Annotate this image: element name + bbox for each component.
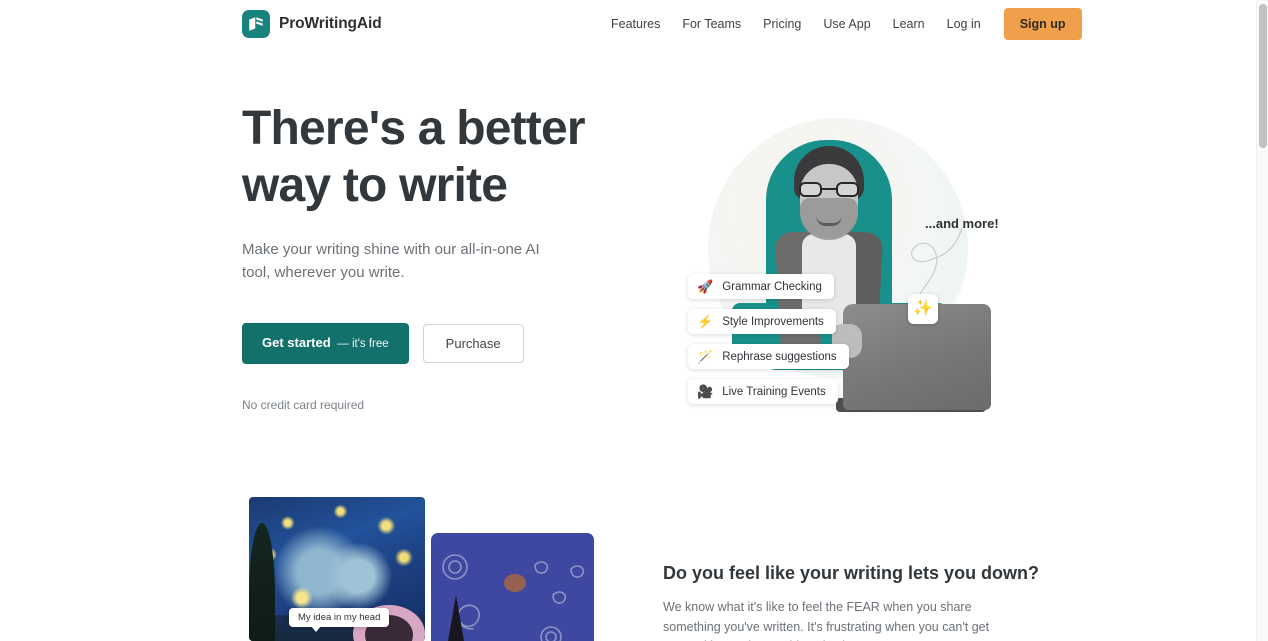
hero-title-line-1: There's a better [242, 102, 586, 155]
hero-copy: There's a better way to write Make your … [242, 100, 632, 412]
nav-item-features[interactable]: Features [600, 12, 671, 37]
feature-chip-style-improvements[interactable]: ⚡ Style Improvements [688, 309, 836, 334]
feature-chip-live-training-events[interactable]: 🎥 Live Training Events [688, 379, 838, 404]
purchase-button[interactable]: Purchase [422, 323, 524, 363]
nav-item-use-app[interactable]: Use App [812, 12, 881, 37]
rocket-icon: 🚀 [697, 279, 714, 294]
and-more-annotation: ...and more! [925, 216, 999, 231]
feature-chip-rephrase-suggestions[interactable]: 🪄 Rephrase suggestions [688, 344, 849, 369]
get-started-free-note: — it's free [337, 338, 389, 350]
hero-subtitle: Make your writing shine with our all-in-… [242, 241, 540, 281]
section-title: Do you feel like your writing lets you d… [663, 563, 1040, 583]
page-scrollbar[interactable] [1256, 0, 1268, 641]
page-title: There's a better way to write [242, 100, 632, 214]
starry-night-cypress [249, 523, 275, 641]
idea-caption-bubble: My idea in my head [289, 608, 390, 632]
hero-cta-group: Get started — it's free Purchase [242, 323, 632, 364]
brand-logo-link[interactable]: ProWritingAid [242, 10, 382, 38]
get-started-button[interactable]: Get started — it's free [242, 323, 409, 364]
feature-chip-label: Style Improvements [722, 315, 824, 328]
book-logo-icon [242, 10, 270, 38]
landing-page: ProWritingAid Features For Teams Pricing… [0, 0, 1268, 641]
idea-vs-reality-illustration: My idea in my head [249, 497, 594, 641]
feature-chip-label: Live Training Events [722, 385, 826, 398]
hero-section: There's a better way to write Make your … [0, 48, 1256, 478]
feature-chip-list: 🚀 Grammar Checking ⚡ Style Improvements … [688, 274, 849, 414]
magic-wand-icon: 🪄 [697, 349, 714, 364]
hero-illustration: ...and more! ✨ 🚀 Grammar Checking ⚡ Styl… [660, 98, 1020, 438]
scrollbar-thumb[interactable] [1259, 4, 1267, 148]
section-body: We know what it's like to feel the FEAR … [663, 600, 990, 641]
writing-lets-you-down-section: My idea in my head Do you feel like your… [0, 478, 1256, 641]
sparkles-icon: ✨ [908, 294, 938, 324]
get-started-label: Get started [262, 335, 331, 350]
sign-up-button[interactable]: Sign up [1003, 8, 1082, 40]
primary-navigation: Features For Teams Pricing Use App Learn… [600, 0, 1082, 48]
nav-item-for-teams[interactable]: For Teams [671, 12, 752, 37]
nav-item-log-in[interactable]: Log in [936, 12, 992, 37]
nav-item-learn[interactable]: Learn [882, 12, 936, 37]
nav-item-pricing[interactable]: Pricing [752, 12, 812, 37]
no-credit-card-note: No credit card required [242, 397, 365, 412]
feature-chip-label: Rephrase suggestions [722, 350, 837, 363]
feature-chip-grammar-checking[interactable]: 🚀 Grammar Checking [688, 274, 834, 299]
section-copy: Do you feel like your writing lets you d… [663, 561, 1053, 641]
glasses-icon [799, 182, 859, 197]
video-camera-icon: 🎥 [697, 384, 714, 399]
brand-name: ProWritingAid [279, 15, 382, 32]
site-header: ProWritingAid Features For Teams Pricing… [0, 0, 1256, 48]
lightning-icon: ⚡ [697, 314, 714, 329]
hero-title-line-2: way to write [242, 159, 508, 212]
crude-drawing-panel [431, 533, 594, 641]
feature-chip-label: Grammar Checking [722, 280, 822, 293]
